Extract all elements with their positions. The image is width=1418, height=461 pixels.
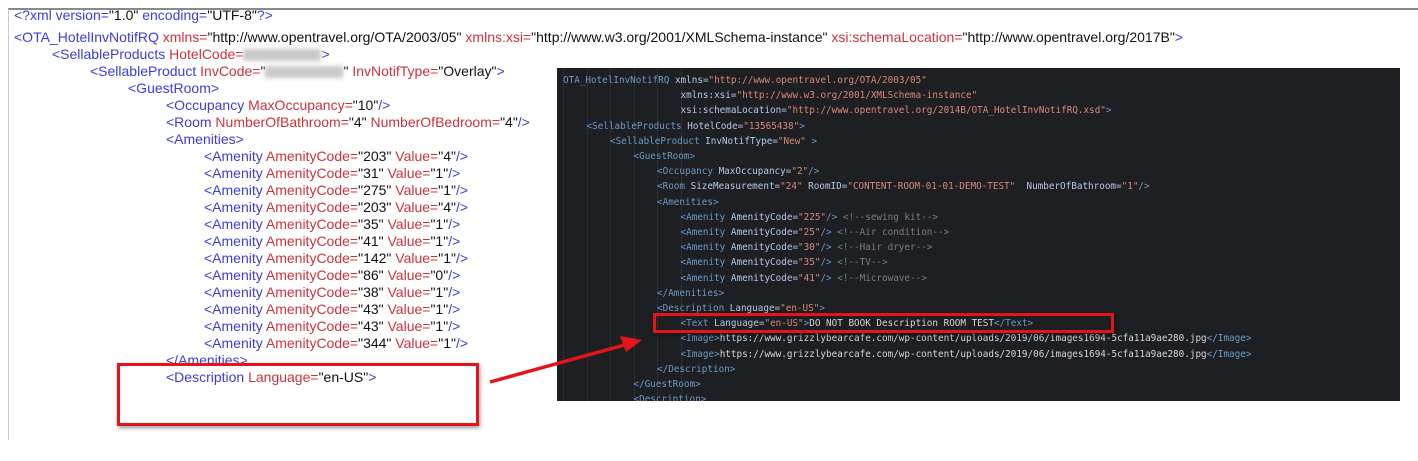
arrow-icon — [489, 336, 642, 384]
